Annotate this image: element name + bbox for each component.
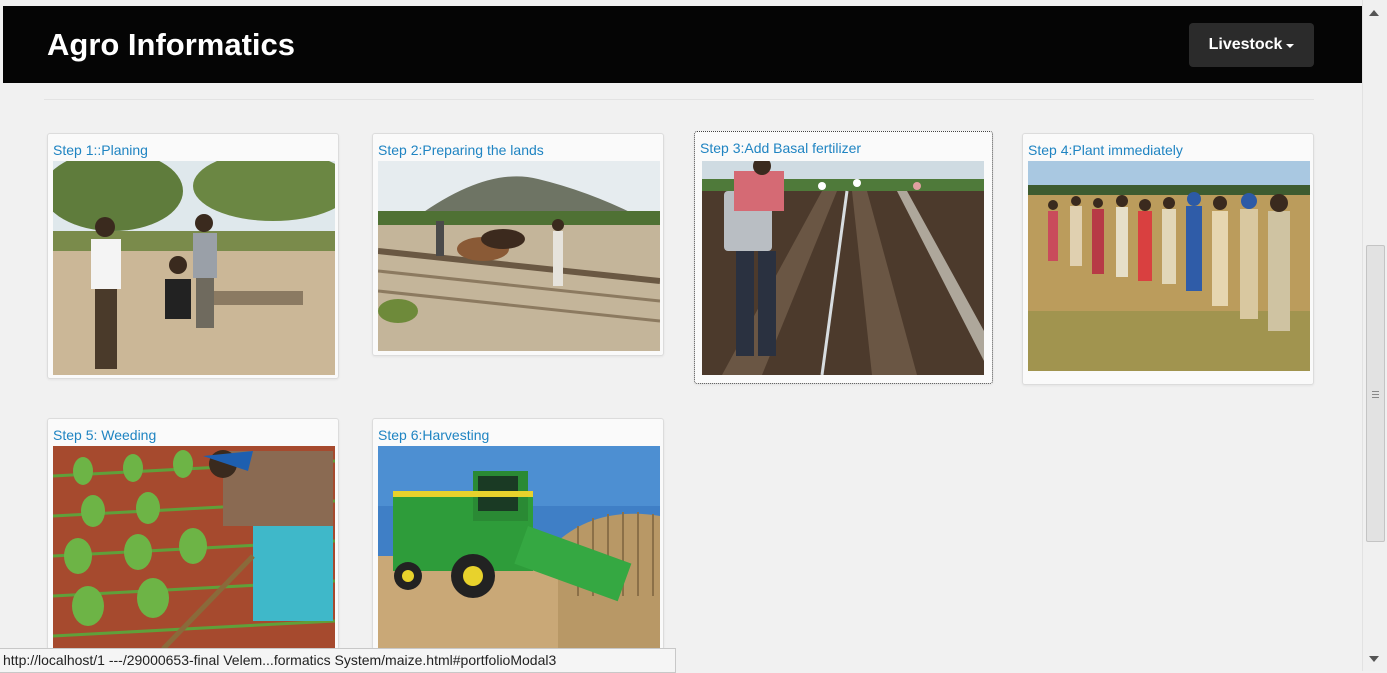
step-title[interactable]: Step 2:Preparing the lands [378,142,544,158]
livestock-dropdown[interactable]: Livestock [1189,23,1314,67]
status-bar-url: http://localhost/1 ---/29000653-final Ve… [0,648,676,673]
step-title[interactable]: Step 4:Plant immediately [1028,142,1183,158]
scrollbar-thumb[interactable] [1366,245,1385,542]
vertical-scrollbar[interactable] [1362,0,1387,671]
step-title[interactable]: Step 5: Weeding [53,427,156,443]
caret-down-icon [1286,44,1295,48]
grip-icon [1372,391,1379,398]
navbar: Agro Informatics Livestock [3,6,1362,83]
step-title[interactable]: Step 3:Add Basal fertilizer [700,140,861,156]
oxen-plowing-photo[interactable] [378,161,660,351]
scroll-up-arrow-icon[interactable] [1369,10,1379,16]
step-card-4[interactable]: Step 4:Plant immediately [1022,133,1314,385]
divider [44,99,1314,100]
step-card-1[interactable]: Step 1::Planing [47,133,339,379]
fertilizer-spraying-photo[interactable] [702,161,984,375]
step-title[interactable]: Step 1::Planing [53,142,148,158]
planting-line-photo[interactable] [1028,161,1310,381]
step-card-2[interactable]: Step 2:Preparing the lands [372,133,664,356]
step-card-5[interactable]: Step 5: Weeding [47,418,339,650]
farmers-discussion-photo[interactable] [53,161,335,375]
weeding-photo[interactable] [53,446,335,649]
scroll-down-arrow-icon[interactable] [1369,656,1379,662]
combine-harvester-photo[interactable] [378,446,660,649]
step-title[interactable]: Step 6:Harvesting [378,427,489,443]
step-card-6[interactable]: Step 6:Harvesting [372,418,664,650]
brand-title[interactable]: Agro Informatics [47,28,295,62]
dropdown-label: Livestock [1208,36,1283,53]
step-card-3[interactable]: Step 3:Add Basal fertilizer [694,131,993,384]
